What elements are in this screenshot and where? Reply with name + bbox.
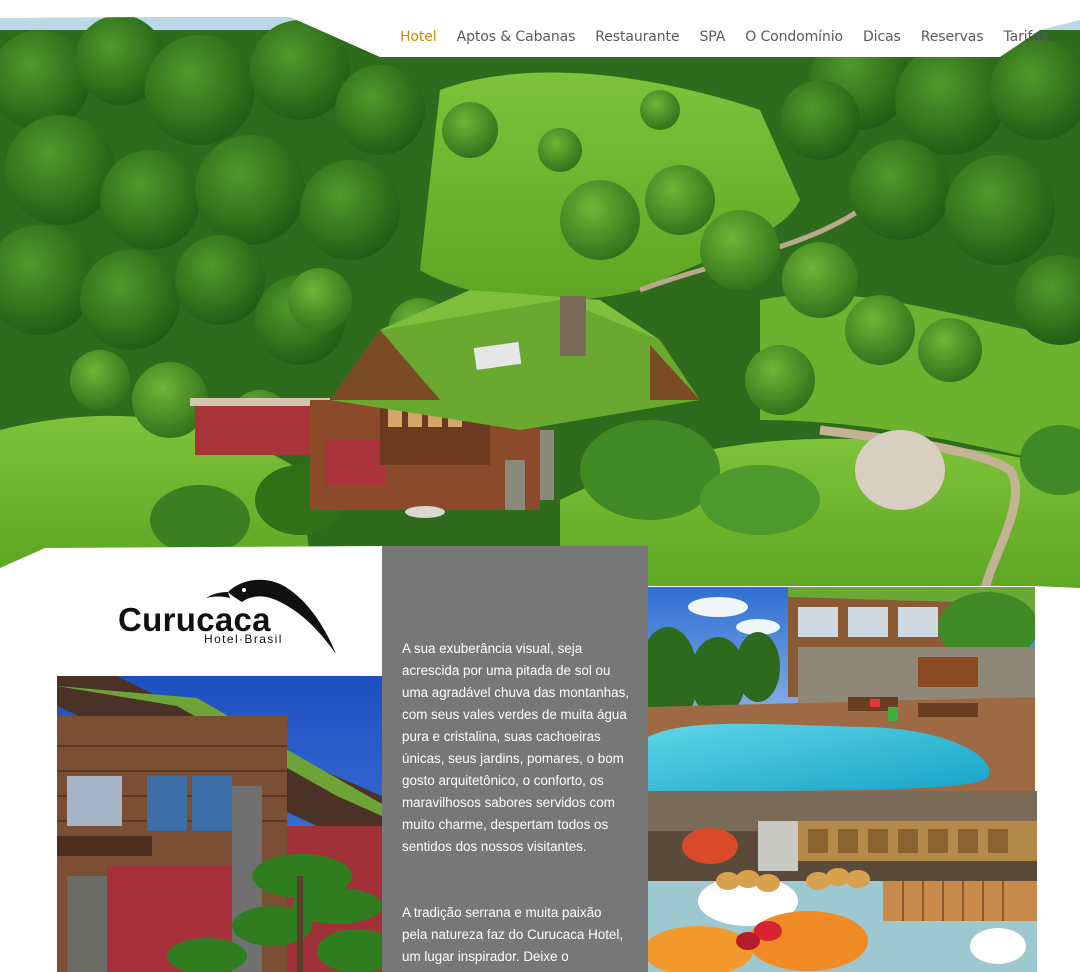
breakfast-photo bbox=[648, 791, 1037, 972]
nav-item-aptos-cabanas[interactable]: Aptos & Cabanas bbox=[447, 26, 586, 48]
nav-item-reservas[interactable]: Reservas bbox=[911, 26, 994, 48]
nav-item-hotel[interactable]: Hotel bbox=[390, 26, 447, 48]
nav-item-dicas[interactable]: Dicas bbox=[853, 26, 911, 48]
pool-photo bbox=[648, 587, 1035, 791]
nav-item-restaurante[interactable]: Restaurante bbox=[585, 26, 689, 48]
curucaca-logo[interactable]: Curucaca Hotel·Brasil bbox=[116, 574, 342, 654]
lodge-facade-photo bbox=[57, 676, 382, 972]
nav-item-o-condominio[interactable]: O Condomínio bbox=[735, 26, 853, 48]
main-menu: Hotel Aptos & Cabanas Restaurante SPA O … bbox=[390, 26, 1058, 48]
nav-item-tarifas[interactable]: Tarifas bbox=[993, 26, 1058, 48]
intro-paragraph-2: A tradição serrana e muita paixão pela n… bbox=[402, 905, 624, 964]
top-navigation: Hotel Aptos & Cabanas Restaurante SPA O … bbox=[0, 0, 1080, 60]
logo-subtitle: Hotel·Brasil bbox=[204, 632, 283, 646]
nav-item-spa[interactable]: SPA bbox=[689, 26, 735, 48]
intro-text-panel: A sua exuberância visual, seja acrescida… bbox=[382, 546, 648, 972]
intro-paragraph-1: A sua exuberância visual, seja acrescida… bbox=[402, 641, 630, 854]
hero-image bbox=[0, 0, 1080, 590]
